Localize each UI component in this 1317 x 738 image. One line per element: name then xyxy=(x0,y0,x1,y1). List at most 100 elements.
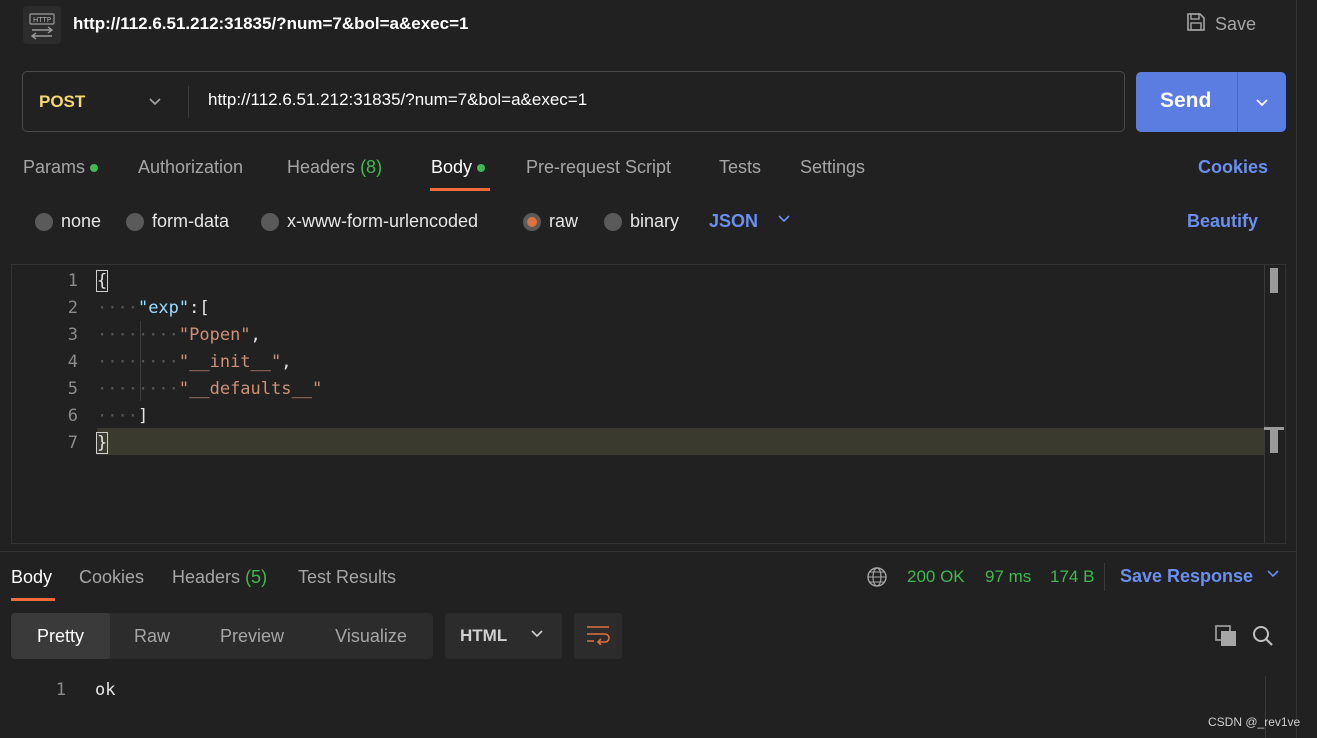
json-punct: , xyxy=(250,325,261,345)
radio-none-label: none xyxy=(61,211,102,231)
editor-scrollbar-track xyxy=(1264,265,1265,543)
window-edge xyxy=(1296,0,1297,738)
radio-circle xyxy=(35,212,53,231)
response-headers-count: (5) xyxy=(245,567,268,587)
radio-urlencoded[interactable]: x-www-form-urlencoded xyxy=(261,211,478,232)
code-line: ········"Popen", xyxy=(97,325,261,345)
search-icon[interactable] xyxy=(1251,624,1275,653)
view-pretty[interactable]: Pretty xyxy=(11,613,110,659)
status-divider xyxy=(1104,563,1105,591)
editor-scrollbar-thumb[interactable] xyxy=(1270,268,1278,293)
body-format-select[interactable]: JSON xyxy=(709,211,792,232)
url-input[interactable]: http://112.6.51.212:31835/?num=7&bol=a&e… xyxy=(208,90,587,110)
chevron-down-icon[interactable] xyxy=(147,94,163,115)
tab-body-label: Body xyxy=(431,157,473,177)
cookies-link[interactable]: Cookies xyxy=(1198,157,1268,178)
headers-count: (8) xyxy=(360,157,383,177)
json-string: "Popen" xyxy=(178,325,251,345)
line-number: 1 xyxy=(55,680,66,700)
chevron-down-icon xyxy=(776,211,792,232)
response-format-select[interactable]: HTML xyxy=(445,613,562,659)
radio-binary[interactable]: binary xyxy=(604,211,679,232)
send-options-chevron-icon[interactable] xyxy=(1254,95,1270,116)
save-label: Save xyxy=(1215,13,1257,34)
radio-none[interactable]: none xyxy=(35,211,101,232)
radio-circle-selected xyxy=(523,212,541,231)
tab-settings[interactable]: Settings xyxy=(800,157,865,178)
tab-params[interactable]: Params xyxy=(23,157,99,178)
tab-pre-request-script[interactable]: Pre-request Script xyxy=(526,157,671,178)
svg-text:HTTP: HTTP xyxy=(33,16,51,24)
chevron-down-icon xyxy=(1265,566,1281,587)
url-divider xyxy=(188,86,189,118)
radio-raw-label: raw xyxy=(549,211,579,231)
radio-raw[interactable]: raw xyxy=(523,211,578,232)
code-line: ····] xyxy=(97,406,149,426)
tab-authorization[interactable]: Authorization xyxy=(138,157,243,178)
response-format-label: HTML xyxy=(460,626,508,645)
tab-headers-label: Headers xyxy=(287,157,356,177)
save-response-button[interactable]: Save Response xyxy=(1120,566,1281,587)
response-divider xyxy=(0,551,1296,552)
request-title[interactable]: http://112.6.51.212:31835/?num=7&bol=a&e… xyxy=(73,14,468,34)
json-string: "__init__" xyxy=(178,352,282,372)
response-time[interactable]: 97 ms xyxy=(985,567,1031,587)
bracket-match: { xyxy=(95,270,109,292)
response-tab-test-results[interactable]: Test Results xyxy=(298,567,396,588)
view-visualize[interactable]: Visualize xyxy=(310,613,432,659)
request-body-editor[interactable]: 1 2 3 4 5 6 7 { ····"exp":[ ········"Pop… xyxy=(11,264,1286,544)
radio-circle xyxy=(604,212,622,231)
line-number: 2 xyxy=(67,298,78,318)
params-dot xyxy=(90,164,99,173)
view-preview[interactable]: Preview xyxy=(194,613,310,659)
wrap-lines-button[interactable] xyxy=(574,613,622,659)
save-button[interactable]: Save xyxy=(1185,10,1256,38)
json-string: "__defaults__" xyxy=(178,379,323,399)
code-line: ····"exp":[ xyxy=(97,298,210,318)
active-tab-underline xyxy=(430,188,490,191)
tab-body[interactable]: Body xyxy=(431,157,486,178)
send-label[interactable]: Send xyxy=(1160,89,1211,113)
scrollbar-marker xyxy=(1270,429,1278,453)
json-punct: ] xyxy=(137,406,149,426)
code-line: ········"__init__", xyxy=(97,352,292,372)
line-number: 3 xyxy=(67,325,78,345)
radio-circle xyxy=(261,212,279,231)
method-select[interactable]: POST xyxy=(39,92,85,112)
radio-form-data-label: form-data xyxy=(152,211,230,231)
view-raw[interactable]: Raw xyxy=(110,613,194,659)
response-tab-cookies[interactable]: Cookies xyxy=(79,567,144,588)
radio-form-data[interactable]: form-data xyxy=(126,211,229,232)
chevron-down-icon xyxy=(529,626,545,647)
wrap-lines-icon xyxy=(585,623,611,650)
status-code[interactable]: 200 OK xyxy=(907,567,965,587)
watermark: CSDN @_rev1ve xyxy=(1208,715,1301,729)
http-request-icon: HTTP xyxy=(23,6,61,44)
save-icon xyxy=(1185,11,1207,38)
copy-icon[interactable] xyxy=(1214,624,1238,653)
json-punct: :[ xyxy=(189,298,210,318)
send-divider xyxy=(1237,72,1238,132)
code-line: ········"__defaults__" xyxy=(97,379,323,399)
response-size[interactable]: 174 B xyxy=(1050,567,1094,587)
response-tab-headers[interactable]: Headers (5) xyxy=(172,567,267,588)
line-number: 6 xyxy=(67,406,78,426)
save-response-label: Save Response xyxy=(1120,566,1254,586)
line-number: 5 xyxy=(67,379,78,399)
globe-icon[interactable] xyxy=(866,566,888,593)
bracket-match: } xyxy=(95,432,109,454)
response-tab-headers-label: Headers xyxy=(172,567,241,587)
response-tab-body[interactable]: Body xyxy=(11,567,52,588)
tab-tests[interactable]: Tests xyxy=(719,157,761,178)
tab-headers[interactable]: Headers (8) xyxy=(287,157,382,178)
radio-urlencoded-label: x-www-form-urlencoded xyxy=(287,211,479,231)
line-number: 7 xyxy=(67,433,78,453)
response-tab-underline xyxy=(11,598,55,601)
line-number: 1 xyxy=(67,271,78,291)
body-dot xyxy=(477,164,486,173)
response-body-content[interactable]: ok xyxy=(95,680,115,700)
tab-params-label: Params xyxy=(23,157,86,177)
beautify-button[interactable]: Beautify xyxy=(1187,211,1258,232)
code-line: { xyxy=(95,270,109,292)
radio-circle xyxy=(126,212,144,231)
